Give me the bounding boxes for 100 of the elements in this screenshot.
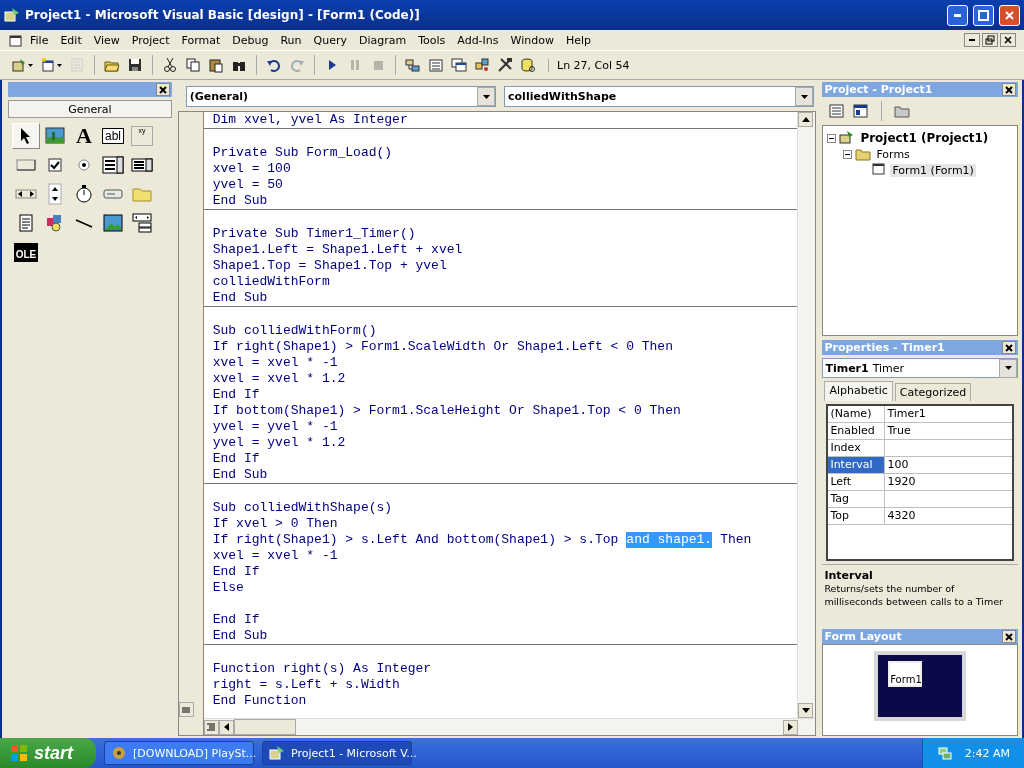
- database-icon: [520, 57, 536, 73]
- close-button[interactable]: [1002, 83, 1016, 96]
- menu-item[interactable]: File: [25, 32, 54, 48]
- windows-flag-icon: [10, 744, 28, 762]
- property-name[interactable]: Index: [828, 440, 886, 456]
- close-icon: [1004, 342, 1014, 353]
- menu-item[interactable]: Tools: [413, 32, 451, 48]
- code-line: yvel = yvel * -1: [212, 419, 339, 435]
- code-line: End Sub: [212, 467, 269, 483]
- toolbox-tool[interactable]: A: [70, 123, 98, 149]
- caret-icon: [28, 62, 33, 68]
- view-code-button[interactable]: [828, 102, 847, 120]
- picture-box-icon: [44, 125, 66, 147]
- object-combo[interactable]: (General): [185, 86, 497, 107]
- toolbox-tool[interactable]: [12, 123, 40, 149]
- close-button[interactable]: [1002, 341, 1016, 354]
- panel-title: Project - Project1: [824, 83, 933, 96]
- menu-item[interactable]: Edit: [55, 32, 87, 48]
- code-view-icon: [829, 103, 846, 119]
- code-line: End Sub: [212, 628, 269, 644]
- property-value[interactable]: 1920: [885, 474, 1012, 490]
- procedure-view-button[interactable]: [178, 702, 194, 717]
- add-form-icon: [40, 57, 56, 73]
- property-name[interactable]: Top: [828, 508, 886, 524]
- toolbox-tool[interactable]: abl: [99, 123, 127, 149]
- procedure-combo[interactable]: colliedWithShape: [504, 86, 815, 107]
- object-combo[interactable]: Timer1 Timer: [822, 358, 1018, 378]
- scroll-right-button[interactable]: [783, 719, 799, 735]
- scroll-up-button[interactable]: [798, 112, 814, 127]
- app-icon: [269, 745, 285, 761]
- scroll-thumb[interactable]: [233, 719, 296, 735]
- tab[interactable]: Alphabetic: [824, 381, 893, 401]
- object-browser-icon: [474, 57, 490, 73]
- menu-item[interactable]: Run: [275, 32, 307, 48]
- toolbox-tab[interactable]: General: [8, 100, 172, 118]
- code-line: Private Sub Form_Load(): [212, 145, 394, 161]
- code-line: End Sub: [212, 290, 269, 306]
- clock: 2:42 AM: [964, 746, 1010, 760]
- property-name[interactable]: (Name): [828, 406, 886, 422]
- right-arrow-icon: [788, 723, 794, 731]
- form-position-preview[interactable]: Form1: [888, 661, 923, 687]
- menu-item[interactable]: Help: [560, 32, 596, 48]
- menu-item[interactable]: Debug: [227, 32, 274, 48]
- paste-icon: [208, 57, 224, 73]
- property-name[interactable]: Tag: [828, 491, 886, 507]
- close-button[interactable]: [1002, 630, 1016, 643]
- close-button[interactable]: [1000, 33, 1016, 47]
- app-icon: [4, 7, 20, 23]
- tree-toggle-icon[interactable]: [843, 149, 853, 159]
- property-value[interactable]: Timer1: [885, 406, 1012, 422]
- panel-title: Properties - Timer1: [824, 341, 945, 354]
- code-line: Sub colliedWithShape(s): [212, 500, 394, 516]
- code-line: Private Sub Timer1_Timer(): [212, 226, 417, 242]
- folder-icon: [894, 103, 911, 119]
- property-name[interactable]: Left: [828, 474, 886, 490]
- menu-item[interactable]: Project: [126, 32, 175, 48]
- property-value[interactable]: 100: [885, 457, 1012, 473]
- code-line: End If: [212, 612, 261, 628]
- code-line: End If: [212, 451, 261, 467]
- code-line: If xvel > 0 Then: [212, 516, 339, 532]
- code-line: End Sub: [212, 193, 269, 209]
- property-value[interactable]: 4320: [885, 508, 1012, 524]
- start-button[interactable]: start: [0, 738, 96, 768]
- scroll-down-button[interactable]: [798, 703, 814, 718]
- menu-item[interactable]: View: [88, 32, 125, 48]
- menu-item[interactable]: Format: [176, 32, 226, 48]
- form-window-icon: [8, 32, 23, 48]
- menu-item[interactable]: Window: [505, 32, 559, 48]
- property-name[interactable]: Enabled: [828, 423, 886, 439]
- left-arrow-icon: [223, 723, 229, 731]
- image-tool-icon: [102, 212, 124, 234]
- tree-item[interactable]: Project1 (Project1): [858, 131, 991, 145]
- view-object-button[interactable]: [852, 102, 871, 120]
- restore-button[interactable]: [982, 33, 998, 47]
- tree-item[interactable]: Form1 (Form1): [890, 163, 976, 177]
- network-icon: [936, 745, 953, 761]
- property-name[interactable]: Interval: [828, 457, 886, 473]
- caret-icon: [800, 94, 808, 99]
- menu-item[interactable]: Query: [308, 32, 352, 48]
- restore-icon: [985, 35, 995, 45]
- minimize-button[interactable]: [964, 33, 980, 47]
- description-text: Returns/sets the number of milliseconds between calls to a Timer: [824, 582, 1004, 608]
- close-icon: [1004, 84, 1014, 95]
- form-layout-icon: [451, 57, 467, 73]
- window-title: Project1 - Microsoft Visual Basic [design] - [Form1 (Code)]: [25, 8, 421, 22]
- tab[interactable]: Categorized: [894, 383, 972, 401]
- code-line: End If: [212, 564, 261, 580]
- maximize-button[interactable]: [973, 4, 994, 26]
- caret-icon: [482, 94, 490, 99]
- tree-toggle-icon[interactable]: [827, 133, 837, 143]
- property-value[interactable]: True: [885, 423, 1012, 439]
- menu-item[interactable]: Diagram: [353, 32, 412, 48]
- code-line: Function right(s) As Integer: [212, 661, 433, 677]
- menu-item[interactable]: Add-Ins: [452, 32, 504, 48]
- tree-item[interactable]: Forms: [874, 147, 912, 161]
- taskbar-button[interactable]: [DOWNLOAD] PlaySt...: [104, 741, 254, 765]
- code-line: xvel = xvel * -1: [212, 548, 339, 564]
- close-button[interactable]: [155, 83, 170, 96]
- stopwatch-icon: [73, 183, 95, 205]
- code-line: Sub colliedWithForm(): [212, 323, 378, 339]
